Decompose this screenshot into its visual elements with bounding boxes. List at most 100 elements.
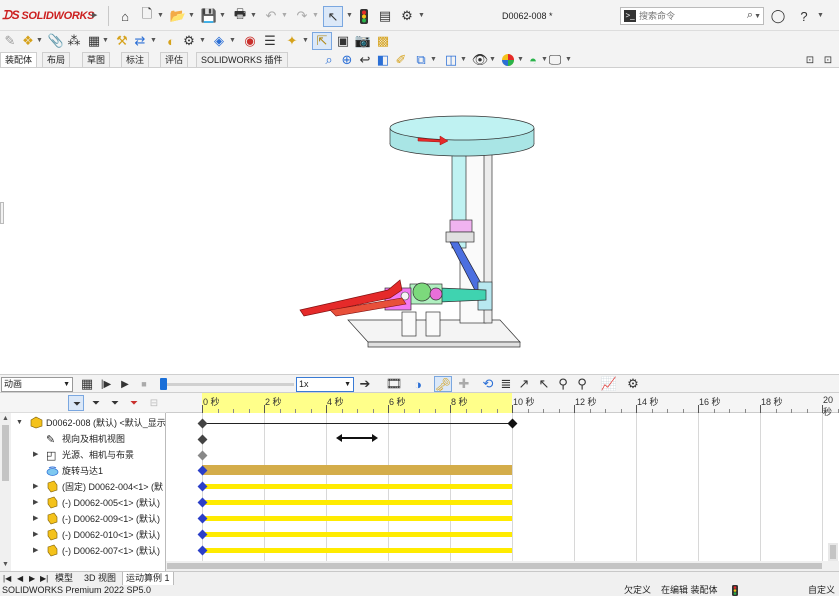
bill-of-materials-icon[interactable]: ☰ [262,33,278,49]
playback-slider[interactable] [160,378,294,390]
spring-icon[interactable]: ≣ [498,376,514,392]
play-icon[interactable]: ▶ [117,376,133,392]
part-timebar[interactable] [202,500,512,505]
tab-scroll-first-icon[interactable]: |◀ [0,572,14,586]
lights-key[interactable] [197,450,208,461]
tree-item[interactable]: 旋转马达1 [0,463,166,479]
start-key[interactable] [197,418,208,429]
playback-mode-icon[interactable]: ➔ [357,376,373,392]
new-motion-study-icon[interactable]: ◉ [242,33,258,49]
previous-view-icon[interactable]: ↩ [357,52,373,68]
motion-study-properties-icon[interactable]: ⚙ [625,376,641,392]
tree-item[interactable]: ▶ (-) D0062-010<1> (默认) [0,527,166,543]
force-icon[interactable]: ↖ [536,376,552,392]
motion-timeline[interactable]: 0 秒 2 秒 4 秒 6 秒 8 秒 10 秒 12 秒 14 秒 16 秒 18 秒 20 秒 [166,393,839,571]
edit-component-icon[interactable]: ✎ [2,33,18,49]
timeline-ruler[interactable]: 0 秒 2 秒 4 秒 6 秒 8 秒 10 秒 12 秒 14 秒 16 秒 18 秒 20 秒 [166,393,839,417]
tab-scroll-prev-icon[interactable]: ◀ [14,572,26,586]
show-hidden-icon[interactable]: ◐ [163,33,179,49]
redo-icon[interactable]: ↷ [294,8,310,24]
tab-model[interactable]: 模型 [52,572,76,586]
chevron-down-icon[interactable]: ▼ [312,12,319,19]
view-orientation-icon[interactable]: ⧉ [413,52,429,68]
scrollbar-thumb[interactable] [167,563,822,569]
chevron-down-icon[interactable]: ▼ [817,12,824,19]
tree-item[interactable]: ▶ (-) D0062-005<1> (默认) [0,495,166,511]
graphics-area[interactable] [0,68,839,374]
large-assembly-icon[interactable]: ▩ [375,33,391,49]
move-component-icon[interactable]: ⇄ [132,33,148,49]
scrollbar-thumb[interactable] [830,545,836,559]
chevron-down-icon[interactable]: ▼ [430,56,437,63]
tree-item[interactable]: ▶ (-) D0062-007<1> (默认) [0,543,166,559]
chevron-down-icon[interactable]: ▼ [199,37,206,44]
end-key[interactable] [507,418,518,429]
motor-icon[interactable]: ⟲ [480,376,496,392]
duration-indicator[interactable] [340,437,374,439]
reference-geometry-icon[interactable]: ◈ [211,33,227,49]
take-snapshot-icon[interactable]: 📷 [355,33,371,49]
contact-icon[interactable]: ⚲ [555,376,571,392]
dynamic-annotation-icon[interactable]: ✐ [393,52,409,68]
chevron-down-icon[interactable]: ▼ [346,12,353,19]
playback-speed-select[interactable]: 1x ▼ [296,377,354,392]
part-timebar[interactable] [202,484,512,489]
home-icon[interactable]: ⌂ [117,8,133,24]
menu-expand-icon[interactable]: ▶ [92,11,97,19]
zoom-to-area-icon[interactable]: ⊕ [339,52,355,68]
display-style-icon[interactable]: ◫ [443,52,459,68]
chevron-down-icon[interactable]: ▼ [281,12,288,19]
apply-scene-icon[interactable]: ◓ [525,52,541,68]
slider-thumb[interactable] [160,378,167,390]
part-timebar[interactable] [202,532,512,537]
smart-fasteners-icon[interactable]: ⚒ [114,33,130,49]
traffic-light-icon[interactable] [356,8,372,24]
view-settings-icon[interactable]: 🖵 [547,52,563,68]
linear-pattern-icon[interactable]: ⁂ [66,33,82,49]
tab-motion-study-1[interactable]: 运动算例 1 [122,572,174,586]
chevron-down-icon[interactable]: ▼ [150,37,157,44]
hide-show-items-icon[interactable]: 👁 [472,52,489,68]
chevron-down-icon[interactable]: ▼ [489,56,496,63]
part-timebar[interactable] [202,548,512,553]
user-account-icon[interactable]: ◯ [770,8,786,24]
new-document-icon[interactable]: 🗋 [139,6,155,24]
help-icon[interactable]: ? [796,8,812,24]
search-icon[interactable]: ⌕ [747,9,753,22]
study-type-select[interactable]: 动画 ▼ [1,377,73,392]
add-key-icon[interactable]: ✚ [456,376,472,392]
chevron-down-icon[interactable]: ▼ [157,12,164,19]
filter-selected-icon[interactable]: ⏷ [107,395,123,411]
insert-component-icon[interactable]: ❖ [20,33,36,49]
chevron-down-icon[interactable]: ▼ [229,37,236,44]
tree-item[interactable]: ▶ (固定) D0062-004<1> (默 [0,479,166,495]
tab-markup[interactable]: 标注 [121,52,150,67]
part-timebar[interactable] [202,516,512,521]
stop-icon[interactable]: ■ [136,376,152,392]
chevron-down-icon[interactable]: ▼ [36,37,43,44]
tab-solidworks-addins[interactable]: SOLIDWORKS 插件 [196,52,288,67]
tab-sketch[interactable]: 草图 [82,52,111,67]
chevron-down-icon[interactable]: ▼ [102,37,109,44]
filter-driving-icon[interactable]: ⏷ [88,395,104,411]
tab-3d-views[interactable]: 3D 视图 [81,572,119,586]
timeline-vertical-scrollbar[interactable] [828,543,838,561]
update-speedpak-icon[interactable]: ▣ [335,33,351,49]
gravity-icon[interactable]: ⚲ [574,376,590,392]
chevron-down-icon[interactable]: ▼ [188,12,195,19]
chevron-down-icon[interactable]: ▼ [219,12,226,19]
chevron-down-icon[interactable]: ▼ [418,12,425,19]
tree-item[interactable]: ✎ 视向及相机视图 [0,431,166,447]
calculate-icon[interactable]: ▦ [79,376,95,392]
maximize-panel-icon[interactable]: ⊡ [820,52,836,68]
chevron-down-icon[interactable]: ▼ [250,12,257,19]
results-plots-icon[interactable]: 📈 [601,376,617,392]
panel-flyout-handle[interactable] [0,202,4,224]
save-animation-icon[interactable]: 🎞 [386,376,403,392]
undo-icon[interactable]: ↶ [263,8,279,24]
collapse-icon[interactable]: ▼ [16,415,23,431]
search-box[interactable]: >_ ⌕ ▼ [620,7,764,25]
damper-icon[interactable]: ↗ [516,376,532,392]
chevron-down-icon[interactable]: ▼ [517,56,524,63]
exploded-view-icon[interactable]: ✦ [284,33,300,49]
